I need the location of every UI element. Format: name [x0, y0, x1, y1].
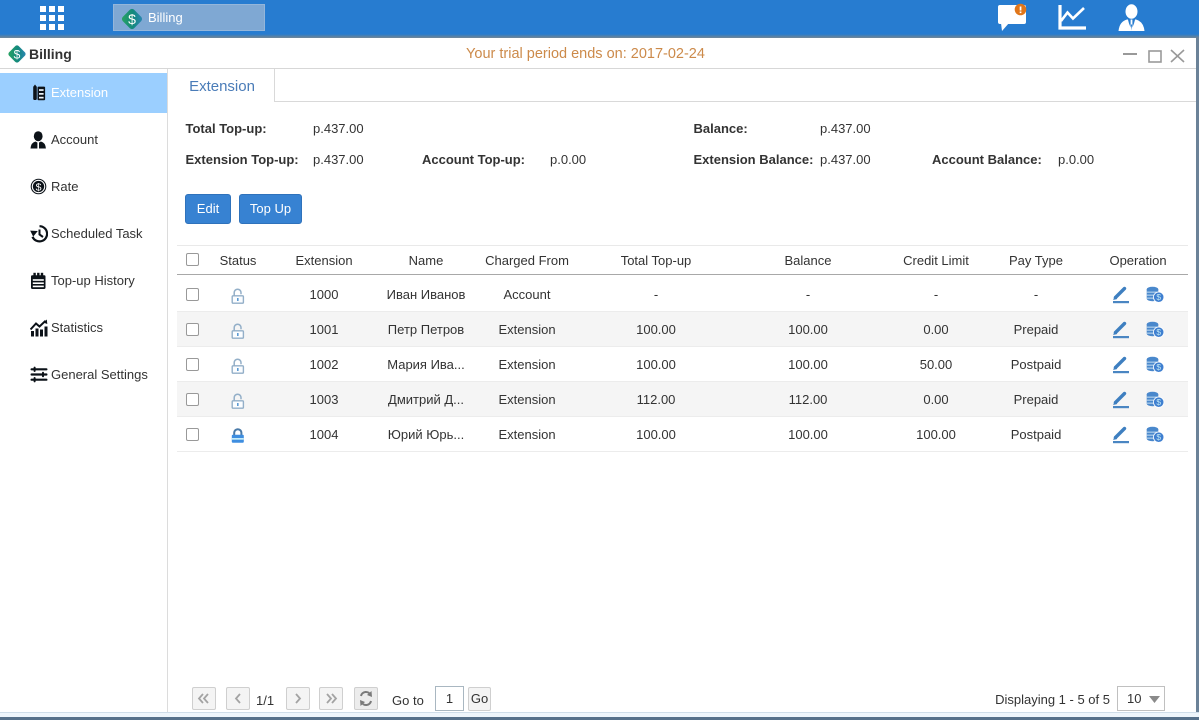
- svg-text:$: $: [1156, 327, 1161, 337]
- svg-text:$: $: [1156, 397, 1161, 407]
- svg-text:$: $: [36, 181, 42, 193]
- svg-text:$: $: [128, 11, 136, 27]
- svg-text:$: $: [1156, 292, 1161, 302]
- svg-text:$: $: [14, 48, 21, 62]
- svg-text:$: $: [1156, 362, 1161, 372]
- svg-text:$: $: [1156, 432, 1161, 442]
